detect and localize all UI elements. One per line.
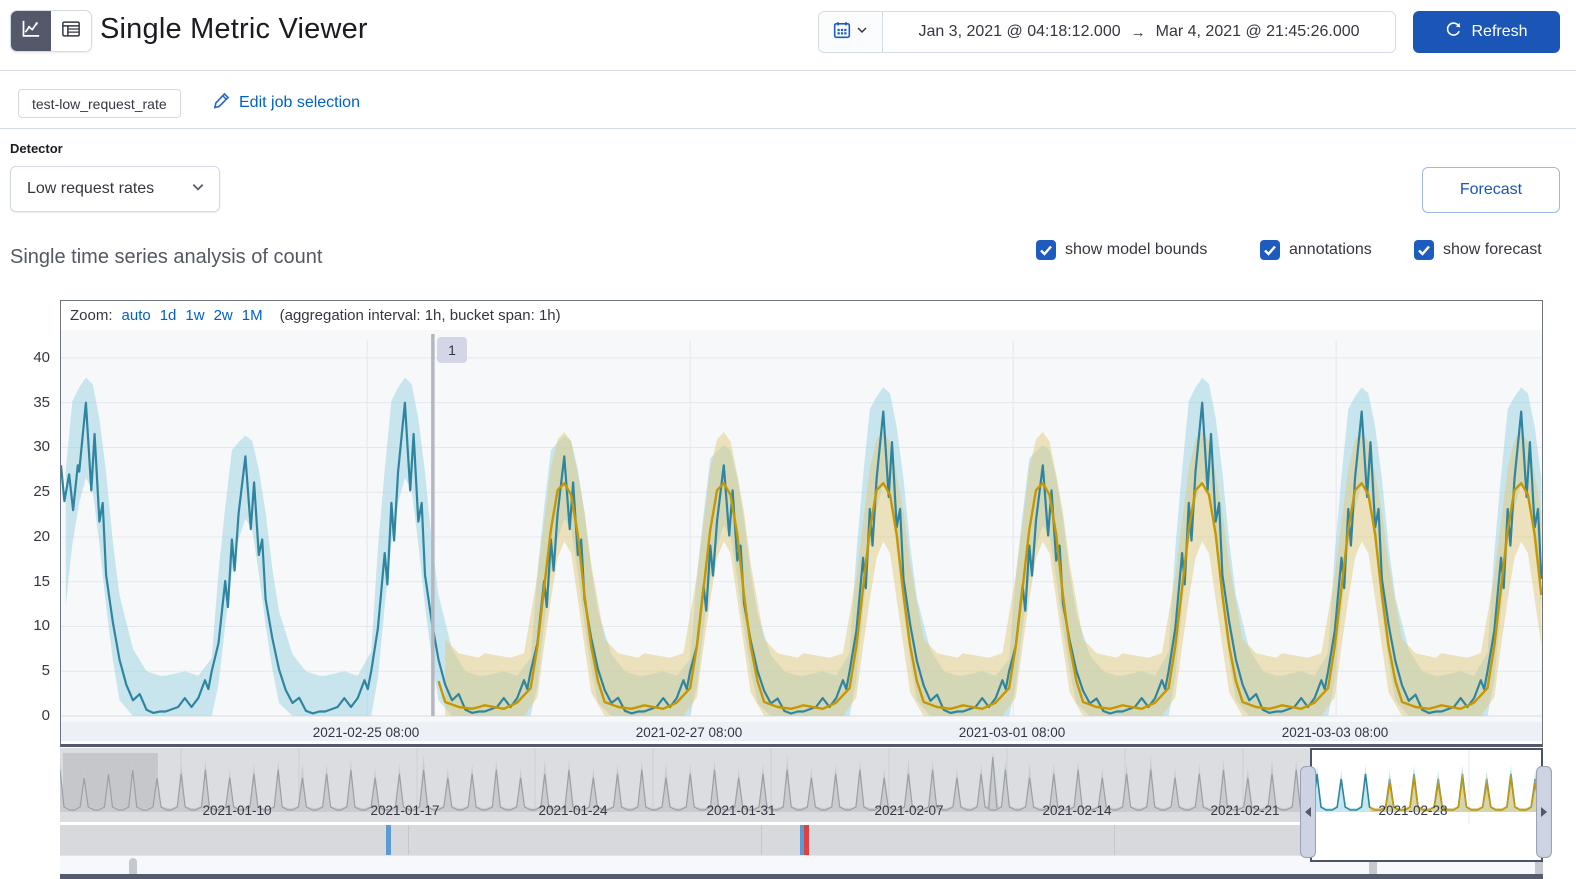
swimlane-divider — [408, 825, 409, 855]
chevron-left-icon — [1305, 807, 1311, 817]
job-badge[interactable]: test-low_request_rate — [18, 89, 181, 118]
edit-job-selection-link[interactable]: Edit job selection — [212, 91, 360, 115]
chevron-down-icon — [191, 180, 205, 199]
y-tick: 0 — [41, 707, 50, 724]
zoom-link-1d[interactable]: 1d — [160, 307, 177, 324]
toggle-show-model-bounds[interactable]: show model bounds — [1036, 240, 1207, 260]
table-view-button[interactable] — [51, 11, 91, 51]
table-icon — [61, 19, 81, 44]
y-tick: 35 — [33, 394, 50, 411]
context-tick: 2021-02-21 — [1210, 803, 1280, 818]
detector-label: Detector — [10, 141, 63, 156]
time-range-end[interactable]: Mar 4, 2021 @ 21:45:26.000 — [1156, 23, 1360, 41]
context-tick: 2021-01-10 — [202, 803, 272, 818]
y-tick: 15 — [33, 573, 50, 590]
time-range-arrow-icon: → — [1130, 23, 1146, 41]
checkbox-checked-icon[interactable] — [1414, 240, 1434, 260]
swimlane-divider — [1114, 825, 1115, 855]
line-chart-icon — [21, 19, 41, 44]
zoom-link-auto[interactable]: auto — [122, 307, 151, 324]
edit-job-selection-label: Edit job selection — [239, 94, 360, 111]
y-tick: 10 — [33, 617, 50, 634]
detector-select[interactable]: Low request rates — [10, 166, 220, 212]
brush-right-handle[interactable] — [1536, 766, 1552, 858]
toggle-label: show forecast — [1443, 241, 1542, 258]
zoom-label: Zoom: — [70, 307, 113, 324]
context-tick: 2021-02-14 — [1042, 803, 1112, 818]
time-range-start[interactable]: Jan 3, 2021 @ 04:18:12.000 — [918, 23, 1120, 41]
toggle-label: annotations — [1289, 241, 1372, 258]
refresh-icon — [1445, 21, 1462, 43]
brush-left-handle[interactable] — [1300, 766, 1316, 858]
detector-selected-value: Low request rates — [27, 180, 155, 197]
refresh-button[interactable]: Refresh — [1413, 11, 1560, 53]
zoom-link-2w[interactable]: 2w — [214, 307, 233, 324]
chevron-right-icon — [1541, 807, 1547, 817]
y-tick: 5 — [41, 662, 50, 679]
context-tick: 2021-01-24 — [538, 803, 608, 818]
toggle-label: show model bounds — [1065, 241, 1208, 258]
x-tick: 2021-02-25 08:00 — [312, 725, 420, 740]
time-series-plot[interactable] — [61, 330, 1542, 722]
chevron-down-icon — [856, 23, 868, 41]
zoom-link-1M[interactable]: 1M — [242, 307, 263, 324]
refresh-button-label: Refresh — [1471, 23, 1528, 40]
zoom-link-1w[interactable]: 1w — [185, 307, 204, 324]
anomaly-marker[interactable] — [804, 825, 809, 855]
zoom-controls: Zoom: auto 1d 1w 2w 1M (aggregation inte… — [70, 307, 561, 324]
annotation-marker-badge[interactable]: 1 — [437, 337, 467, 363]
y-tick: 20 — [33, 528, 50, 545]
toggle-annotations[interactable]: annotations — [1260, 240, 1372, 260]
next-swimlane-edge — [60, 874, 1543, 879]
forecast-button[interactable]: Forecast — [1422, 167, 1560, 213]
y-tick: 25 — [33, 483, 50, 500]
calendar-icon — [833, 21, 851, 44]
x-tick: 2021-03-01 08:00 — [958, 725, 1066, 740]
header-divider — [0, 70, 1576, 71]
context-tick: 2021-01-17 — [370, 803, 440, 818]
checkbox-checked-icon[interactable] — [1260, 240, 1280, 260]
x-tick: 2021-02-27 08:00 — [635, 725, 743, 740]
calendar-dropdown-button[interactable] — [819, 12, 883, 52]
y-tick: 30 — [33, 438, 50, 455]
context-tick: 2021-02-28 — [1378, 803, 1448, 818]
chart-view-button[interactable] — [11, 11, 51, 51]
view-toggle-group[interactable] — [10, 10, 92, 52]
y-tick: 40 — [33, 349, 50, 366]
job-bar-divider — [0, 128, 1576, 129]
pencil-icon — [212, 91, 231, 115]
date-range-picker[interactable]: Jan 3, 2021 @ 04:18:12.000 → Mar 4, 2021… — [818, 11, 1396, 53]
page-title: Single Metric Viewer — [100, 13, 368, 45]
x-tick: 2021-03-03 08:00 — [1281, 725, 1389, 740]
context-tick: 2021-02-07 — [874, 803, 944, 818]
swimlane-divider — [761, 825, 762, 855]
checkbox-checked-icon[interactable] — [1036, 240, 1056, 260]
annotation-marker[interactable] — [386, 825, 391, 855]
annotation-line — [431, 334, 435, 716]
analysis-heading: Single time series analysis of count — [10, 246, 323, 268]
time-range-display: Jan 3, 2021 @ 04:18:12.000 → Mar 4, 2021… — [883, 12, 1395, 52]
toggle-show-forecast[interactable]: show forecast — [1414, 240, 1542, 260]
context-tick: 2021-01-31 — [706, 803, 776, 818]
aggregation-info: (aggregation interval: 1h, bucket span: … — [279, 307, 561, 324]
